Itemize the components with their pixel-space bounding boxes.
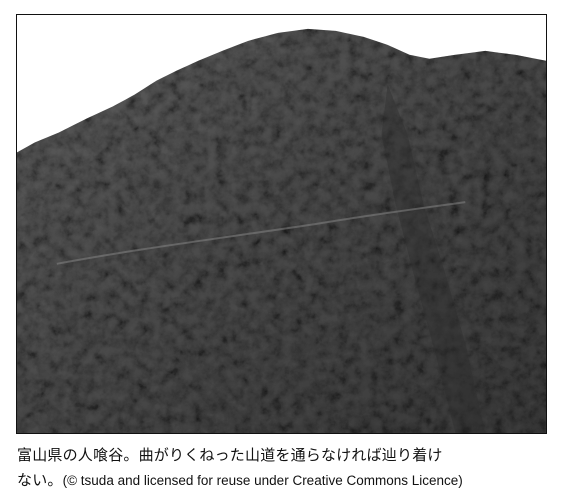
mountain-illustration [17, 15, 546, 433]
photo-caption: 富山県の人喰谷。曲がりくねった山道を通らなければ辿り着け ない。(© tsuda… [17, 443, 552, 493]
caption-line-2: ない。(© tsuda and licensed for reuse under… [17, 468, 552, 493]
caption-line-2-main: ない。 [17, 471, 63, 489]
caption-credit: (© tsuda and licensed for reuse under Cr… [62, 473, 463, 488]
caption-line-1: 富山県の人喰谷。曲がりくねった山道を通らなければ辿り着け [17, 446, 443, 464]
mountain-photo [16, 14, 547, 434]
